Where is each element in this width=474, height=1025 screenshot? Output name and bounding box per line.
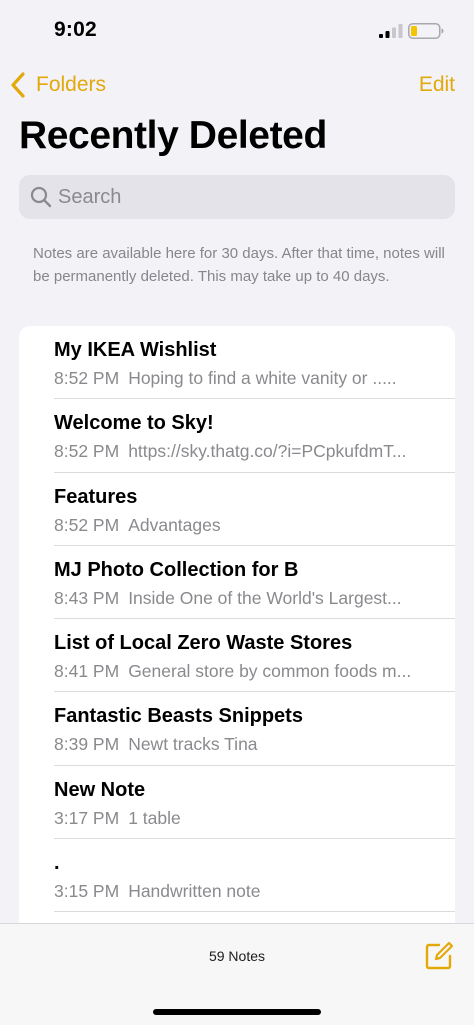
cellular-signal-icon	[379, 24, 403, 38]
note-preview: Newt tracks Tina	[128, 734, 258, 755]
note-title: Features	[54, 485, 138, 508]
note-time: 8:52 PM	[54, 441, 120, 462]
note-subtitle: 3:17 PM 1 table	[54, 808, 432, 829]
note-time: 8:39 PM	[54, 734, 120, 755]
note-subtitle: 8:52 PM Hoping to find a white vanity or …	[54, 368, 432, 389]
search-placeholder: Search	[58, 185, 122, 208]
note-subtitle: 8:52 PM Advantages	[54, 515, 432, 536]
notes-list: My IKEA Wishlist 8:52 PM Hoping to find a…	[19, 326, 455, 966]
row-divider	[54, 911, 455, 913]
battery-icon	[408, 23, 444, 39]
note-time: 8:52 PM	[54, 368, 120, 388]
note-title: Welcome to Sky!	[54, 412, 214, 435]
note-subtitle: 8:41 PM General store by common foods m..…	[54, 661, 432, 682]
note-row[interactable]: List of Local Zero Waste Stores 8:41 PM G…	[19, 619, 455, 693]
note-time: 8:43 PM	[54, 587, 120, 608]
note-row[interactable]: MJ Photo Collection for B 8:43 PM Inside …	[19, 546, 455, 620]
note-title: My IKEA Wishlist	[54, 339, 217, 361]
notes-count: 59 Notes	[208, 948, 266, 964]
note-title: .	[54, 852, 60, 875]
note-title: Fantastic Beasts Snippets	[54, 705, 303, 728]
note-time: 8:41 PM	[54, 661, 120, 682]
note-subtitle: 8:52 PM https://sky.thatg.co/?i=PCpkufdmT…	[54, 441, 432, 462]
note-row[interactable]: Fantastic Beasts Snippets 8:39 PM Newt tr…	[19, 692, 455, 766]
navigation-bar: Folders Edit	[0, 64, 474, 104]
note-title: List of Local Zero Waste Stores	[54, 632, 353, 655]
note-preview: Advantages	[128, 514, 221, 535]
chevron-left-icon	[11, 72, 25, 98]
note-time: 3:17 PM	[54, 807, 120, 828]
status-time: 9:02	[54, 18, 97, 41]
edit-button[interactable]: Edit	[419, 73, 455, 97]
note-subtitle: 8:43 PM Inside One of the World's Largest…	[54, 588, 432, 609]
note-time: 3:15 PM	[54, 881, 120, 902]
note-preview: Hoping to find a white vanity or .....	[128, 368, 397, 388]
retention-info-text: Notes are available here for 30 days. Af…	[33, 245, 445, 285]
back-button-label: Folders	[36, 73, 107, 96]
home-indicator	[153, 1009, 321, 1015]
status-bar: 9:02	[0, 0, 474, 60]
note-subtitle: 8:39 PM Newt tracks Tina	[54, 734, 432, 755]
note-time: 8:52 PM	[54, 514, 120, 535]
note-preview: Inside One of the World's Largest...	[128, 587, 402, 608]
back-button[interactable]: Folders	[10, 70, 106, 100]
note-preview: Handwritten note	[128, 881, 261, 902]
note-preview: https://sky.thatg.co/?i=PCpkufdmT...	[128, 441, 407, 462]
note-row[interactable]: Welcome to Sky! 8:52 PM https://sky.thatg…	[19, 399, 455, 473]
page-title: Recently Deleted	[19, 114, 327, 157]
search-field[interactable]: Search	[19, 175, 455, 219]
note-row[interactable]: . 3:15 PM Handwritten note	[19, 839, 455, 913]
search-icon	[30, 186, 52, 208]
note-title: MJ Photo Collection for B	[54, 558, 299, 581]
note-title: New Note	[54, 778, 146, 801]
note-row[interactable]: My IKEA Wishlist 8:52 PM Hoping to find a…	[19, 326, 455, 400]
note-subtitle: 3:15 PM Handwritten note	[54, 881, 432, 902]
note-row[interactable]: Features 8:52 PM Advantages	[19, 473, 455, 546]
compose-icon[interactable]	[424, 941, 454, 971]
note-preview: General store by common foods m...	[128, 661, 412, 682]
note-row[interactable]: New Note 3:17 PM 1 table	[19, 766, 455, 840]
note-preview: 1 table	[128, 807, 181, 828]
